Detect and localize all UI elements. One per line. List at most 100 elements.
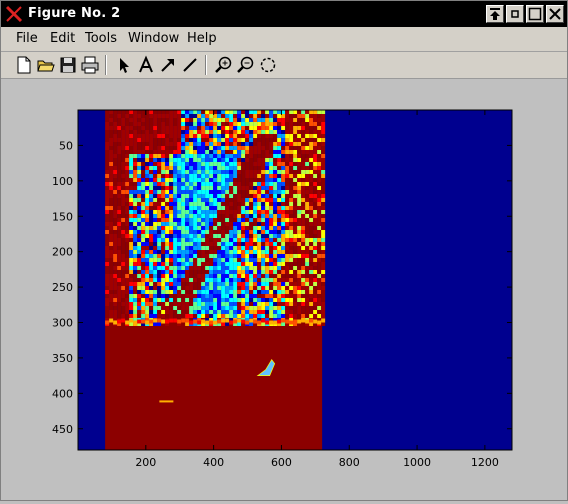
- text-icon[interactable]: [136, 55, 156, 75]
- heatmap-cell: [145, 266, 150, 270]
- heatmap-cell: [241, 214, 246, 218]
- heatmap-cell: [225, 322, 230, 326]
- close-button[interactable]: [546, 5, 564, 23]
- heatmap-cell: [317, 126, 322, 130]
- heatmap-cell: [241, 274, 246, 278]
- heatmap-cell: [237, 266, 242, 270]
- heatmap-cell: [309, 274, 314, 278]
- heatmap-cell: [105, 222, 110, 226]
- menu-tools[interactable]: Tools: [85, 31, 117, 46]
- heatmap-cell: [253, 142, 258, 146]
- heatmap-cell: [229, 230, 234, 234]
- heatmap-cell: [317, 286, 322, 290]
- heatmap-cell: [133, 278, 138, 282]
- heatmap-cell: [125, 166, 130, 170]
- arrow-icon[interactable]: [158, 55, 178, 75]
- heatmap-cell: [109, 110, 114, 114]
- heatmap-cell: [237, 130, 242, 134]
- heatmap-cell: [253, 210, 258, 214]
- heatmap-cell: [185, 286, 190, 290]
- heatmap-cell: [221, 182, 226, 186]
- heatmap-cell: [309, 134, 314, 138]
- heatmap-cell: [133, 166, 138, 170]
- heatmap-cell: [245, 134, 250, 138]
- heatmap-cell: [169, 146, 174, 150]
- heatmap-cell: [213, 158, 218, 162]
- heatmap-cell: [281, 246, 286, 250]
- heatmap-cell: [313, 278, 318, 282]
- heatmap-cell: [273, 154, 278, 158]
- heatmap-cell: [113, 162, 118, 166]
- heatmap-cell: [121, 214, 126, 218]
- heatmap-cell: [265, 118, 270, 122]
- heatmap-cell: [237, 222, 242, 226]
- menu-file[interactable]: File: [16, 31, 38, 46]
- heatmap-cell: [153, 274, 158, 278]
- heatmap-cell: [209, 290, 214, 294]
- heatmap-cell: [209, 238, 214, 242]
- heatmap-cell: [297, 242, 302, 246]
- heatmap-cell: [113, 182, 118, 186]
- heatmap-cell: [105, 294, 110, 298]
- heatmap-cell: [233, 166, 238, 170]
- maximize-button[interactable]: [526, 5, 544, 23]
- minimize-button[interactable]: [506, 5, 524, 23]
- heatmap-cell: [181, 246, 186, 250]
- heatmap-cell: [109, 234, 114, 238]
- heatmap-cell: [189, 110, 194, 114]
- heatmap-cell: [169, 302, 174, 306]
- heatmap-cell: [161, 162, 166, 166]
- menu-window[interactable]: Window: [128, 31, 179, 46]
- heatmap-cell: [209, 282, 214, 286]
- heatmap-cell: [129, 282, 134, 286]
- heatmap-cell: [157, 282, 162, 286]
- heatmap-cell: [217, 118, 222, 122]
- pointer-arrow-icon[interactable]: [114, 55, 134, 75]
- heatmap-cell: [253, 230, 258, 234]
- heatmap-cell: [253, 258, 258, 262]
- heatmap-cell: [169, 134, 174, 138]
- heatmap-cell: [181, 162, 186, 166]
- heatmap-cell: [321, 194, 326, 198]
- heatmap-cell: [169, 170, 174, 174]
- heatmap-cell: [201, 314, 206, 318]
- menu-help[interactable]: Help: [187, 31, 217, 46]
- heatmap-cell: [109, 262, 114, 266]
- heatmap-cell: [233, 222, 238, 226]
- heatmap-cell: [141, 182, 146, 186]
- heatmap-cell: [165, 190, 170, 194]
- heatmap-cell: [209, 278, 214, 282]
- heatmap-cell: [125, 162, 130, 166]
- heatmap-cell: [233, 298, 238, 302]
- title-bar[interactable]: Figure No. 2: [1, 1, 567, 27]
- heatmap-cell: [141, 302, 146, 306]
- heatmap-cell: [293, 146, 298, 150]
- shade-button[interactable]: [486, 5, 504, 23]
- heatmap-cell: [181, 222, 186, 226]
- heatmap-cell: [233, 134, 238, 138]
- open-folder-icon[interactable]: [36, 55, 56, 75]
- heatmap-cell: [281, 314, 286, 318]
- zoom-in-icon[interactable]: [214, 55, 234, 75]
- save-icon[interactable]: [58, 55, 78, 75]
- heatmap-cell: [321, 322, 326, 326]
- heatmap-cell: [237, 306, 242, 310]
- menu-edit[interactable]: Edit: [50, 31, 75, 46]
- heatmap-cell: [201, 234, 206, 238]
- line-icon[interactable]: [180, 55, 200, 75]
- heatmap-cell: [117, 314, 122, 318]
- rotate-icon[interactable]: [258, 55, 278, 75]
- print-icon[interactable]: [80, 55, 100, 75]
- heatmap-cell: [205, 182, 210, 186]
- heatmap-cell: [105, 134, 110, 138]
- heatmap-cell: [281, 274, 286, 278]
- heatmap-cell: [109, 286, 114, 290]
- heatmap-cell: [217, 162, 222, 166]
- heatmap-cell: [185, 302, 190, 306]
- heatmap-cell: [321, 318, 326, 323]
- heatmap-cell: [145, 250, 150, 254]
- new-file-icon[interactable]: [14, 55, 34, 75]
- heatmap-cell: [249, 254, 254, 258]
- heatmap-cell: [261, 234, 266, 238]
- zoom-out-icon[interactable]: [236, 55, 256, 75]
